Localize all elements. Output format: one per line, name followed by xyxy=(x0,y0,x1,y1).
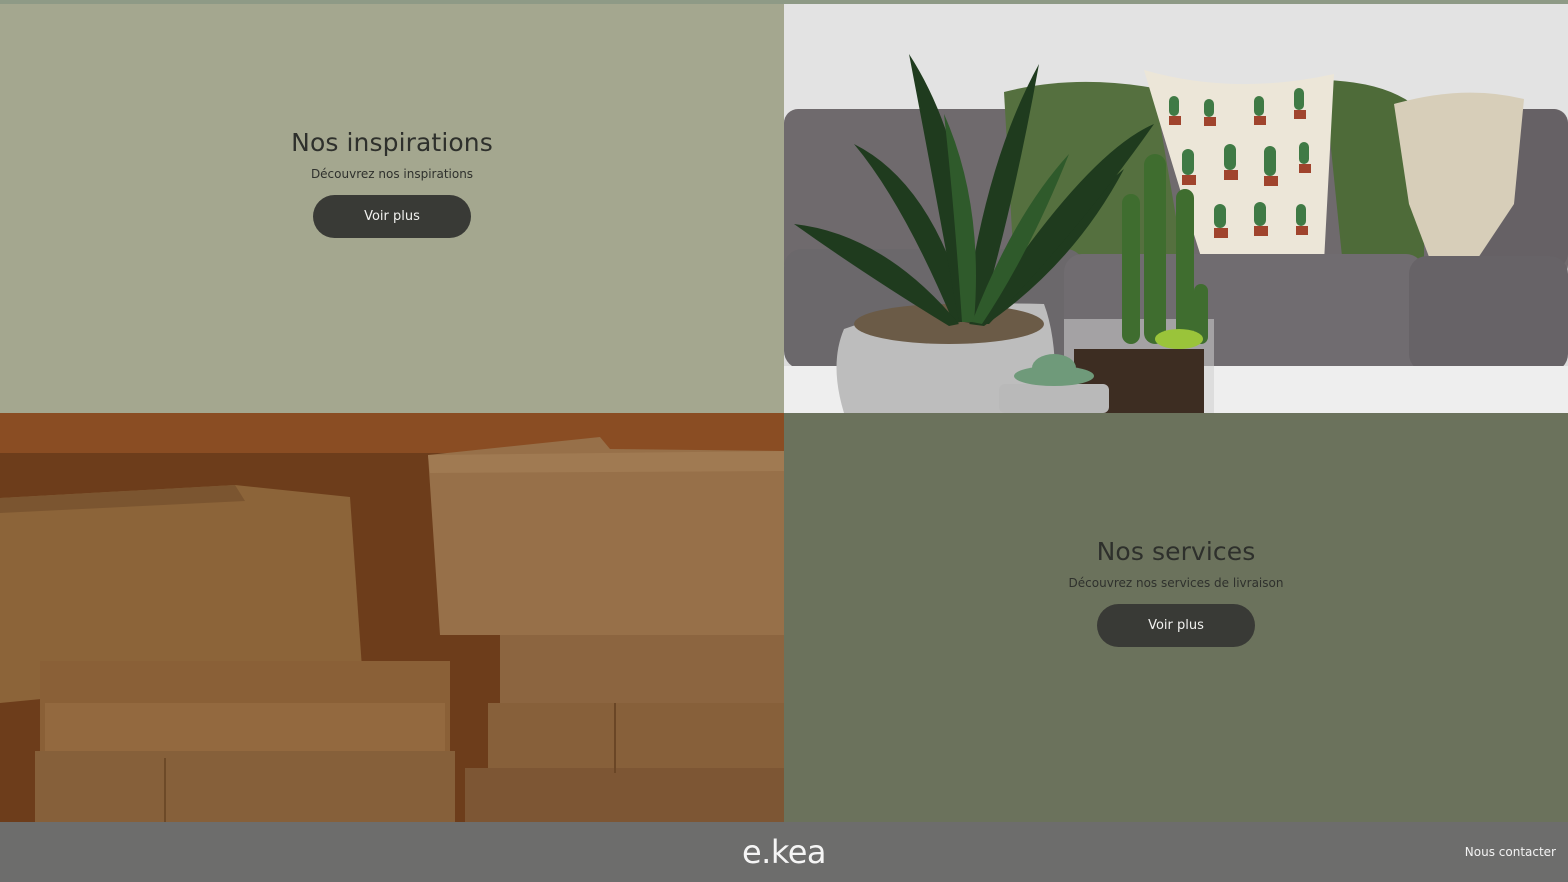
inspirations-subtitle: Découvrez nos inspirations xyxy=(310,167,474,181)
services-panel: Nos services Découvrez nos services de l… xyxy=(784,413,1568,822)
services-subtitle: Découvrez nos services de livraison xyxy=(1068,576,1284,590)
contact-link[interactable]: Nous contacter xyxy=(1465,845,1556,859)
plants-and-sofa-image xyxy=(784,4,1568,413)
plants-photo-panel xyxy=(784,4,1568,413)
tile-grid: Nos inspirations Découvrez nos inspirati… xyxy=(0,4,1568,822)
services-cta: Nos services Découvrez nos services de l… xyxy=(784,537,1568,647)
services-title: Nos services xyxy=(1096,537,1256,566)
inspirations-see-more-button[interactable]: Voir plus xyxy=(313,195,471,238)
cardboard-boxes-image xyxy=(0,413,784,822)
boxes-photo-panel xyxy=(0,413,784,822)
inspirations-cta: Nos inspirations Découvrez nos inspirati… xyxy=(0,128,784,238)
inspirations-title: Nos inspirations xyxy=(291,128,493,157)
footer: e.kea Nous contacter xyxy=(0,822,1568,882)
inspirations-panel: Nos inspirations Découvrez nos inspirati… xyxy=(0,4,784,413)
services-see-more-button[interactable]: Voir plus xyxy=(1097,604,1255,647)
brand-logo[interactable]: e.kea xyxy=(0,833,1568,871)
